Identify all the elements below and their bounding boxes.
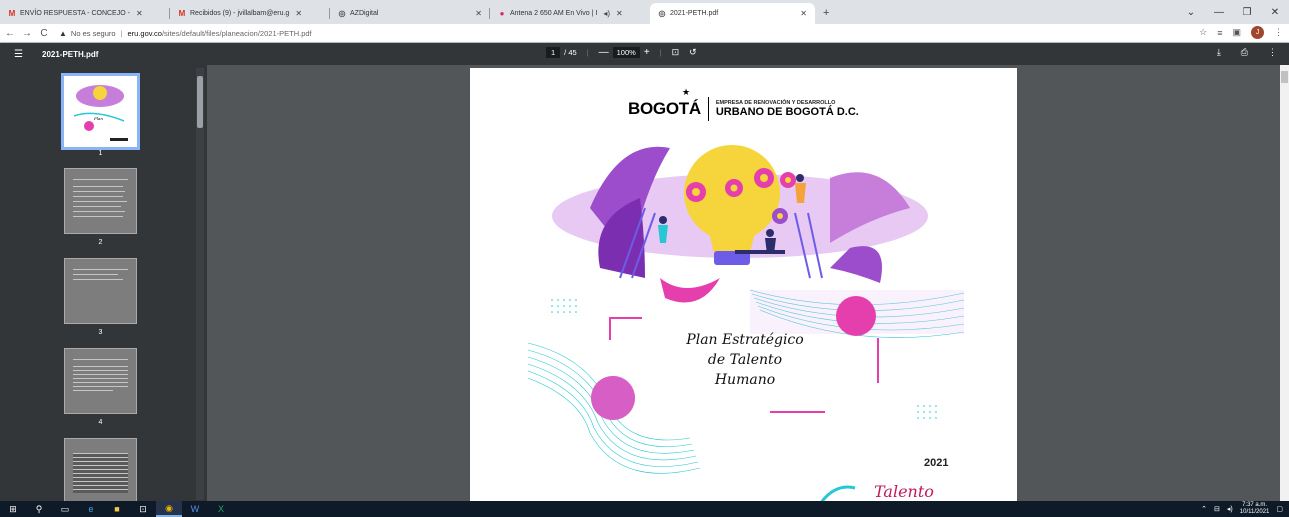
globe-icon: ◎ [338, 8, 346, 18]
new-tab-button[interactable]: + [815, 3, 837, 24]
tab-label: Recibidos (9) - jvillalbam@eru.g [190, 10, 290, 17]
clock[interactable]: 7:37 a.m. 10/11/2021 [1240, 502, 1270, 516]
close-icon[interactable]: ✕ [136, 9, 143, 18]
pdf-page-1: ★ BOGOTÁ EMPRESA DE RENOVACIÓN Y DESARRO… [470, 68, 1017, 501]
clock-date: 10/11/2021 [1239, 509, 1270, 515]
page-total: / 45 [564, 48, 577, 57]
pdf-viewer: ★ BOGOTÁ EMPRESA DE RENOVACIÓN Y DESARRO… [207, 65, 1289, 501]
footer-word: Talento [874, 482, 934, 501]
network-icon[interactable]: ⊟ [1214, 505, 1220, 513]
back-icon[interactable]: ← [3, 28, 17, 39]
excel-icon[interactable]: X [208, 501, 234, 517]
windows-taskbar: ⊞ ⚲ ▭ e ■ ⊡ ◉ W X ⌃ ⊟ ◂) 7:37 a.m. 10/11… [0, 501, 1289, 517]
fit-page-icon[interactable]: ⊡ [672, 47, 680, 58]
close-icon[interactable]: ✕ [800, 9, 807, 18]
tab-label: Antena 2 650 AM En Vivo | I [510, 10, 598, 17]
profile-avatar[interactable]: J [1251, 26, 1264, 39]
svg-text:Plan: Plan [93, 116, 103, 121]
tab-strip: M ENVÍO RESPUESTA - CONCEJO - ✕ M Recibi… [0, 0, 1289, 24]
sidebar-icon[interactable]: ▣ [1232, 27, 1241, 38]
thumbnail-page-1[interactable]: Plan [61, 73, 140, 150]
word-icon[interactable]: W [182, 501, 208, 517]
cover-illustration [527, 145, 965, 501]
document-year: 2021 [924, 457, 949, 469]
tab-label: 2021-PETH.pdf [670, 10, 719, 17]
tab-recibidos[interactable]: M Recibidos (9) - jvillalbam@eru.g ✕ [170, 3, 330, 24]
sidebar-scrollbar[interactable] [196, 68, 204, 500]
radio-icon: ● [499, 8, 505, 18]
address-bar: ← → C ▲ No es seguro | eru.gov.co /sites… [0, 24, 1289, 43]
tab-antena2[interactable]: ● Antena 2 650 AM En Vivo | I ◂) ✕ [490, 3, 650, 24]
url-path: /sites/default/files/planeacion/2021-PET… [161, 28, 312, 38]
tab-azdigital[interactable]: ◎ AZDigital ✕ [330, 3, 490, 24]
minimize-icon[interactable]: — [1205, 7, 1233, 18]
reading-list-icon[interactable]: ≡ [1217, 28, 1222, 38]
search-icon[interactable]: ⚲ [26, 501, 52, 517]
thumbnail-label: 3 [98, 329, 103, 336]
thumbnail-page-4[interactable] [64, 348, 137, 414]
task-view-icon[interactable]: ▭ [52, 501, 78, 517]
thumbnail-page-5[interactable] [64, 438, 137, 501]
thumbnail-page-3[interactable] [64, 258, 137, 324]
warning-icon[interactable]: ▲ [59, 29, 67, 38]
tab-label: AZDigital [350, 10, 379, 17]
chrome-icon[interactable]: ◉ [156, 501, 182, 517]
clock-time: 7:37 a.m. [1242, 502, 1268, 508]
gmail-icon: M [178, 8, 186, 18]
reload-icon[interactable]: C [37, 28, 51, 39]
tab-2021-peth[interactable]: ◎ 2021-PETH.pdf ✕ [650, 3, 815, 24]
url-field[interactable]: ▲ No es seguro | eru.gov.co /sites/defau… [59, 26, 1179, 40]
edge-icon[interactable]: e [78, 501, 104, 517]
gmail-icon: M [8, 8, 16, 18]
title-line-2: de Talento [707, 352, 783, 368]
menu-icon[interactable]: ☰ [14, 49, 28, 60]
page-number-input[interactable]: 1 [546, 47, 561, 58]
document-title: Plan Estratégico de Talento Humano [660, 330, 830, 390]
more-options-icon[interactable]: ⋮ [1268, 47, 1277, 58]
volume-icon[interactable]: ◂) [1227, 505, 1233, 513]
zoom-in-button[interactable]: + [644, 47, 650, 58]
close-icon[interactable]: ✕ [295, 9, 302, 18]
thumbnail-label: 2 [98, 239, 103, 246]
viewer-scrollbar[interactable] [1280, 65, 1289, 501]
store-icon[interactable]: ⊡ [130, 501, 156, 517]
thumbnail-label: 4 [98, 419, 103, 426]
zoom-input[interactable]: 100% [612, 47, 640, 58]
tray-chevron-icon[interactable]: ⌃ [1201, 505, 1207, 513]
print-icon[interactable]: ⎙ [1241, 47, 1248, 58]
forward-icon[interactable]: → [20, 28, 34, 39]
notifications-icon[interactable]: ▢ [1276, 505, 1283, 513]
thumbnail-sidebar: Plan 1 2 3 4 [0, 65, 207, 501]
tab-envio-respuesta[interactable]: M ENVÍO RESPUESTA - CONCEJO - ✕ [0, 3, 170, 24]
file-explorer-icon[interactable]: ■ [104, 501, 130, 517]
thumbnail-page-2[interactable] [64, 168, 137, 234]
bookmark-star-icon[interactable]: ☆ [1199, 27, 1207, 38]
download-icon[interactable]: ⤓ [1217, 47, 1221, 58]
system-tray: ⌃ ⊟ ◂) 7:37 a.m. 10/11/2021 ▢ [1201, 501, 1283, 517]
tab-label: ENVÍO RESPUESTA - CONCEJO - [20, 10, 130, 17]
rotate-icon[interactable]: ↺ [689, 47, 697, 58]
globe-icon: ◎ [658, 8, 666, 18]
close-window-icon[interactable]: ✕ [1261, 7, 1289, 18]
close-icon[interactable]: ✕ [616, 9, 623, 18]
pdf-filename: 2021-PETH.pdf [42, 49, 99, 59]
title-line-3: Humano [714, 372, 776, 388]
tab-search-icon[interactable]: ⌄ [1177, 7, 1205, 18]
zoom-out-button[interactable]: — [599, 47, 609, 58]
window-controls: ⌄ — ❐ ✕ [1177, 0, 1289, 24]
start-icon[interactable]: ⊞ [0, 501, 26, 517]
thumbnail-label: 1 [98, 150, 103, 157]
url-domain: eru.gov.co [127, 28, 162, 38]
close-icon[interactable]: ✕ [475, 9, 482, 18]
restore-icon[interactable]: ❐ [1233, 7, 1261, 18]
title-line-1: Plan Estratégico [686, 332, 804, 348]
security-label: No es seguro [70, 28, 116, 38]
cover-thumbnail-image: Plan [64, 76, 137, 147]
pdf-toolbar: ☰ 2021-PETH.pdf 1 / 45 | — 100% + | ⊡ ↺ … [0, 43, 1289, 65]
audio-icon[interactable]: ◂) [603, 9, 610, 18]
browser-menu-icon[interactable]: ⋮ [1274, 27, 1283, 38]
